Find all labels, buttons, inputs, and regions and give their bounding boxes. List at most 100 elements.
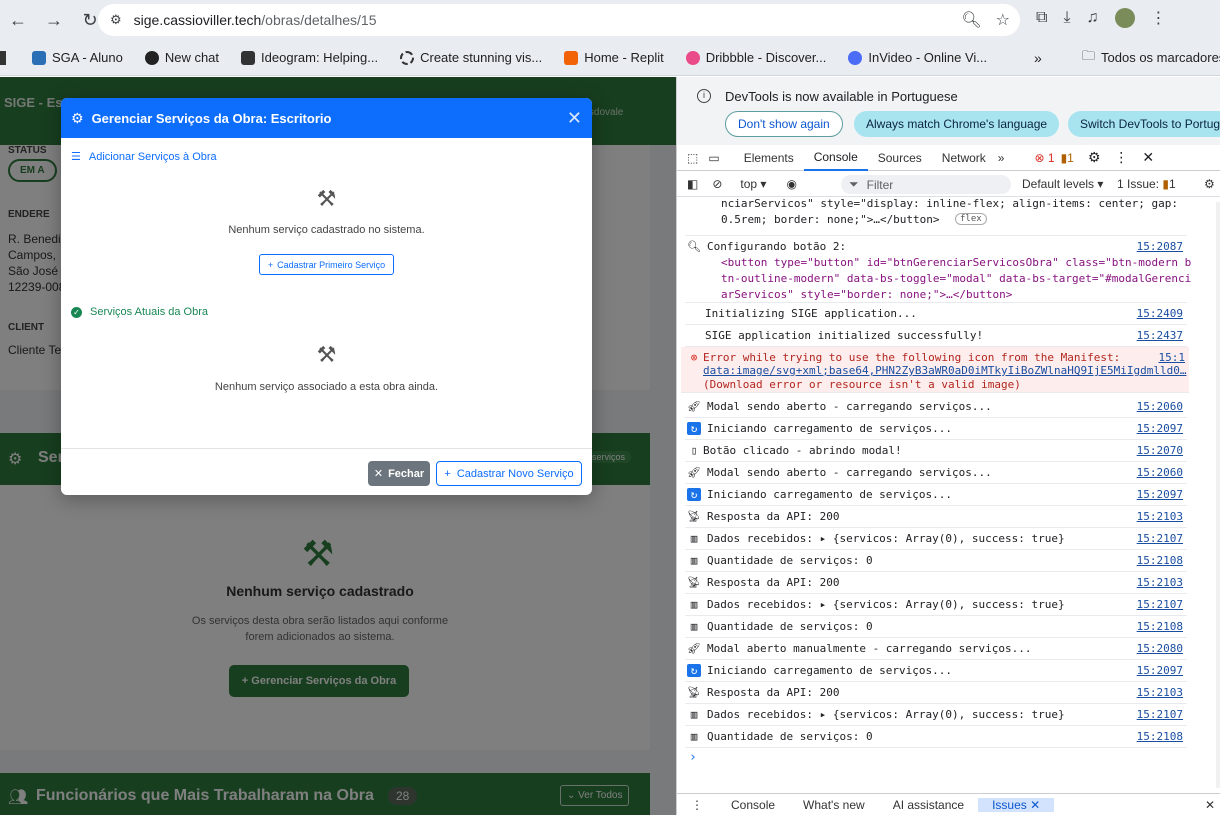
bookmark-item[interactable]: New chat — [144, 50, 219, 65]
settings-icon[interactable]: ⚙ — [1088, 149, 1101, 166]
source-link[interactable]: 15:2108 — [1137, 620, 1183, 633]
bookmarks-overflow[interactable]: » — [1034, 50, 1042, 66]
drawer-menu-icon[interactable]: ⋮ — [677, 798, 717, 812]
register-first-service-button[interactable]: + Cadastrar Primeiro Serviço — [259, 254, 394, 275]
new-service-button[interactable]: + Cadastrar Novo Serviço — [436, 461, 582, 486]
log-message: Resposta da API: 200 — [707, 576, 840, 589]
console-row: Initializing SIGE application... 15:2409 — [685, 303, 1187, 325]
site-info-icon[interactable]: ⚙ — [110, 12, 122, 28]
data-uri-link[interactable]: data:image/svg+xml;base64,PHN2ZyB3aWR0aD… — [703, 364, 1186, 377]
source-link[interactable]: 15:2060 — [1137, 466, 1183, 479]
tab-network[interactable]: Network — [932, 145, 996, 171]
eye-icon[interactable]: ◉ — [786, 177, 796, 191]
flex-badge[interactable]: flex — [955, 213, 987, 225]
gears-icon: ⚙ — [71, 109, 84, 126]
warning-count[interactable]: ▮1 — [1061, 151, 1074, 165]
console-settings-icon[interactable]: ⚙ — [1204, 177, 1215, 191]
bookmark-favicon-icon — [685, 50, 700, 65]
bookmark-item[interactable]: Create stunning vis... — [400, 50, 542, 65]
source-link[interactable]: 15:2107 — [1137, 708, 1183, 721]
console-row: nciarServicos" style="display: inline-fl… — [685, 197, 1187, 235]
source-link[interactable]: 15:2107 — [1137, 532, 1183, 545]
console-row: ▥ Dados recebidos: ▸ {servicos: Array(0),… — [685, 704, 1187, 726]
bookmark-item[interactable]: InVideo - Online Vi... — [848, 50, 987, 65]
download-icon[interactable]: ⤓ — [1063, 9, 1070, 27]
back-icon[interactable]: ← — [0, 2, 36, 38]
drawer-tabbar: ⋮ Console What's new AI assistance Issue… — [677, 793, 1220, 815]
log-message: Botão clicado - abrindo modal! — [703, 444, 902, 457]
extensions-icon[interactable]: ⧉ — [1036, 9, 1047, 27]
log-message: Modal aberto manualmente - carregando se… — [707, 642, 1032, 655]
address-bar[interactable]: ⚙ sige.cassioviller.tech/obras/detalhes/… — [98, 4, 1020, 36]
source-link[interactable]: 15:2080 — [1137, 642, 1183, 655]
clear-console-icon[interactable]: ⊘ — [712, 177, 722, 191]
close-drawer-icon[interactable]: ✕ — [1205, 798, 1215, 812]
more-tabs-icon[interactable]: » — [996, 145, 1035, 171]
profile-avatar[interactable] — [1114, 8, 1135, 28]
bookmark-item[interactable]: Home - Replit — [564, 50, 664, 65]
drawer-tab-ai-assistance[interactable]: AI assistance — [879, 798, 978, 812]
source-link[interactable]: 15:2107 — [1137, 598, 1183, 611]
zoom-icon[interactable]: 🔍︎ — [961, 10, 981, 30]
bookmark-item[interactable]: Ideogram: Helping... — [241, 50, 378, 65]
source-link[interactable]: 15:2409 — [1137, 307, 1183, 320]
console-row: 📡︎ Resposta da API: 200 15:2103 — [685, 682, 1187, 704]
forward-icon[interactable]: → — [36, 2, 72, 38]
drawer-tab-console[interactable]: Console — [717, 798, 789, 812]
console-filter-input[interactable]: ⏷ Filter — [841, 175, 1011, 194]
log-levels-dropdown[interactable]: Default levels ▾ — [1022, 177, 1103, 191]
menu-icon[interactable]: ⋮ — [1151, 8, 1167, 28]
console-prompt[interactable]: › — [689, 750, 697, 765]
context-selector[interactable]: top ▾ — [740, 177, 766, 191]
drawer-tab-issues[interactable]: Issues ✕ — [978, 797, 1055, 812]
plus-icon: + — [444, 467, 451, 480]
apps-icon[interactable] — [0, 50, 6, 65]
bookmark-favicon-icon — [400, 50, 415, 65]
issues-link[interactable]: 1 Issue: ▮1 — [1117, 177, 1176, 191]
bookmark-item[interactable]: Dribbble - Discover... — [685, 50, 826, 65]
source-link[interactable]: 15:2108 — [1137, 554, 1183, 567]
source-link[interactable]: 15:2103 — [1137, 576, 1183, 589]
inspect-icon[interactable]: ⬚ — [677, 145, 704, 171]
source-link[interactable]: 15:2060 — [1137, 400, 1183, 413]
console-scrollbar[interactable] — [1216, 202, 1220, 788]
source-link[interactable]: 15:2070 — [1137, 444, 1183, 457]
close-button[interactable]: ✕ Fechar — [368, 461, 430, 486]
bookmark-star-icon[interactable]: ☆ — [996, 10, 1010, 30]
media-control-icon[interactable]: ♫ — [1087, 9, 1099, 27]
source-link[interactable]: 15:2087 — [1137, 240, 1183, 253]
switch-language-button[interactable]: Switch DevTools to Portug — [1068, 111, 1220, 137]
console-error-row: ⊗ Error while trying to use the followin… — [681, 347, 1189, 393]
source-link[interactable]: 15:2097 — [1137, 488, 1183, 501]
match-language-button[interactable]: Always match Chrome's language — [854, 111, 1060, 137]
tab-sources[interactable]: Sources — [868, 145, 932, 171]
chart-icon: ▥ — [690, 620, 698, 633]
source-link[interactable]: 15:2097 — [1137, 422, 1183, 435]
close-icon[interactable]: ✕ — [567, 108, 582, 129]
source-link[interactable]: 15:2103 — [1137, 686, 1183, 699]
source-link[interactable]: 15:1 — [1159, 351, 1186, 364]
bookmark-favicon-icon — [564, 50, 579, 65]
kebab-menu-icon[interactable]: ⋮ — [1114, 149, 1128, 166]
dont-show-again-button[interactable]: Don't show again — [725, 111, 843, 137]
source-link[interactable]: 15:2437 — [1137, 329, 1183, 342]
sidebar-toggle-icon[interactable]: ◧ — [687, 177, 698, 191]
modal-footer: ✕ Fechar + Cadastrar Novo Serviço — [61, 448, 592, 495]
tab-elements[interactable]: Elements — [734, 145, 804, 171]
source-link[interactable]: 15:2103 — [1137, 510, 1183, 523]
close-devtools-icon[interactable]: ✕ — [1142, 149, 1154, 166]
bookmark-item[interactable]: SGA - Aluno — [32, 50, 123, 65]
console-row: 📡︎ Resposta da API: 200 15:2103 — [685, 506, 1187, 528]
log-message: tn-outline-modern" data-bs-toggle="modal… — [721, 272, 1192, 285]
tools-icon: ⚒ — [316, 186, 337, 211]
all-bookmarks[interactable]: 🗀 Todos os marcadores — [1082, 47, 1220, 69]
error-count[interactable]: ⊗ 1 — [1034, 151, 1054, 165]
source-link[interactable]: 15:2108 — [1137, 730, 1183, 743]
drawer-tab-whats-new[interactable]: What's new — [789, 798, 879, 812]
device-toolbar-icon[interactable]: ▭ — [704, 145, 733, 171]
tab-console[interactable]: Console — [803, 145, 868, 171]
log-message: Modal sendo aberto - carregando serviços… — [707, 466, 992, 479]
console-row: 🚀︎ Modal sendo aberto - carregando serviç… — [685, 462, 1187, 484]
plus-icon: + — [267, 259, 274, 270]
source-link[interactable]: 15:2097 — [1137, 664, 1183, 677]
